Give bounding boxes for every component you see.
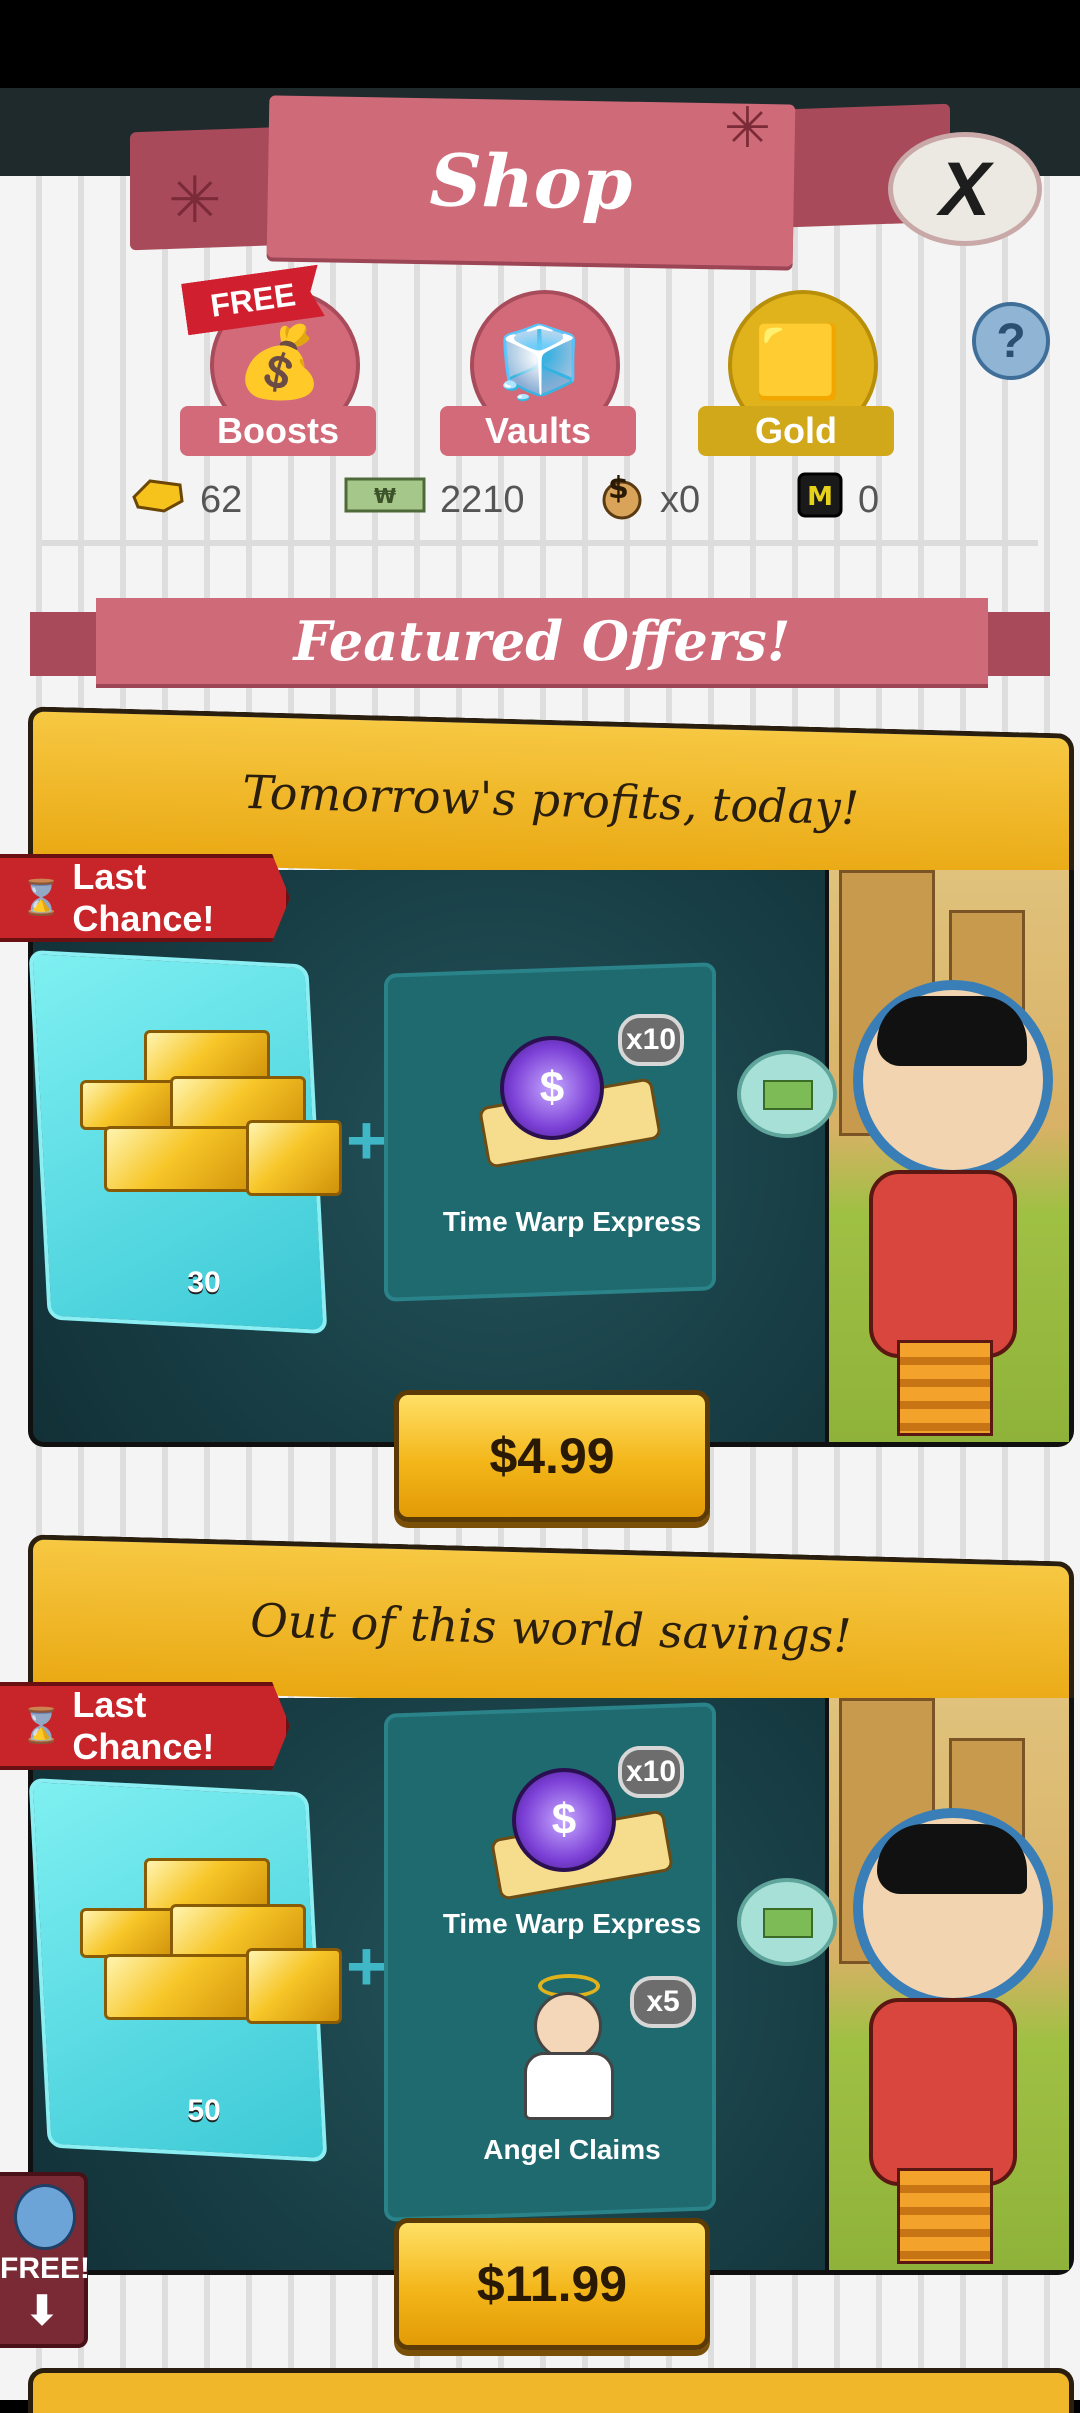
character-body	[869, 1170, 1017, 1358]
plus-icon: +	[346, 1927, 387, 2005]
character-scene	[737, 870, 1069, 1442]
tab-gold-label: Gold	[698, 406, 894, 456]
offer-title: Out of this world savings!	[250, 1593, 852, 1663]
divider	[42, 540, 1038, 546]
sparkle-icon: ✳	[724, 96, 771, 159]
currency-mega-bucks: M 0	[796, 470, 879, 530]
gold-quantity: 30	[187, 1266, 221, 1299]
tab-boosts-label: Boosts	[180, 406, 376, 456]
currency-money-bags: $ x0	[590, 470, 700, 530]
free-boost-button[interactable]: FREE! ⬇	[0, 2172, 90, 2348]
boost-bag-icon: 💰	[236, 323, 324, 401]
free-label: FREE!	[0, 2252, 90, 2285]
buy-button[interactable]: $11.99	[394, 2218, 710, 2350]
gold-pile-icon	[74, 1838, 354, 2038]
mega-bucks-icon: M	[796, 471, 844, 529]
hourglass-icon: ⌛	[20, 1707, 63, 1745]
gold-bar-icon	[130, 475, 186, 525]
vault-icon: 🧊	[496, 323, 584, 401]
multiplier-badge: x10	[618, 1746, 684, 1798]
sparkle-icon: ✳	[168, 164, 222, 236]
svg-text:$: $	[608, 471, 629, 506]
item-name: Time Warp Express	[442, 1908, 702, 1939]
cash-icon: ₩	[344, 475, 426, 525]
next-offer-card	[28, 2368, 1074, 2413]
character-hair	[877, 996, 1027, 1066]
multiplier-badge: x10	[618, 1014, 684, 1066]
help-button[interactable]: ?	[972, 302, 1050, 380]
currency-cash: ₩ 2210	[344, 470, 525, 530]
tab-vaults-label: Vaults	[440, 406, 636, 456]
gold-bar-icon: 🟨	[754, 323, 842, 401]
gold-count: 62	[200, 478, 243, 521]
last-chance-label: Last Chance!	[72, 856, 215, 939]
close-button[interactable]: X	[888, 132, 1042, 246]
angel-icon	[514, 1974, 614, 2120]
cash-bubble-icon	[737, 1878, 837, 1966]
character-legs	[897, 2168, 993, 2264]
money-bag-icon: $	[590, 468, 646, 532]
last-chance-label: Last Chance!	[72, 1684, 215, 1767]
featured-plate: Featured Offers!	[96, 598, 988, 684]
cash-count: 2210	[440, 478, 525, 521]
page-title: Shop	[428, 136, 634, 226]
gold-pile-icon	[74, 1010, 354, 1210]
hourglass-icon: ⌛	[20, 879, 63, 917]
svg-text:₩: ₩	[374, 484, 396, 508]
last-chance-badge: ⌛ Last Chance!	[0, 1682, 290, 1770]
title-plate: Shop	[266, 95, 796, 267]
character-body	[869, 1998, 1017, 2186]
character-scene	[737, 1698, 1069, 2270]
status-bar	[0, 0, 1080, 88]
boost-bag-icon	[14, 2184, 76, 2250]
featured-title: Featured Offers!	[293, 609, 791, 673]
tab-gold[interactable]: 🟨 Gold	[698, 290, 898, 456]
stopwatch-icon: $	[489, 1758, 675, 1901]
cash-bubble-icon	[737, 1050, 837, 1138]
close-icon: X	[939, 146, 991, 232]
stopwatch-icon: $	[477, 1026, 663, 1169]
multiplier-badge: x5	[630, 1976, 696, 2028]
currency-gold: 62	[130, 470, 242, 530]
character-hair	[877, 1824, 1027, 1894]
offer-title: Tomorrow's profits, today!	[242, 764, 860, 836]
gold-quantity: 50	[187, 2094, 221, 2127]
plus-icon: +	[346, 1101, 387, 1179]
item-name: Time Warp Express	[442, 1206, 702, 1237]
tab-vaults[interactable]: 🧊 Vaults	[440, 290, 640, 456]
character-legs	[897, 1340, 993, 1436]
question-icon: ?	[996, 314, 1026, 368]
item-name: Angel Claims	[483, 2134, 661, 2165]
money-bag-count: x0	[660, 478, 701, 521]
buy-button[interactable]: $4.99	[394, 1390, 710, 1522]
arrow-down-icon: ⬇	[25, 2289, 59, 2333]
last-chance-badge: ⌛ Last Chance!	[0, 854, 290, 942]
mega-bucks-count: 0	[858, 478, 880, 521]
svg-text:M: M	[807, 482, 833, 512]
